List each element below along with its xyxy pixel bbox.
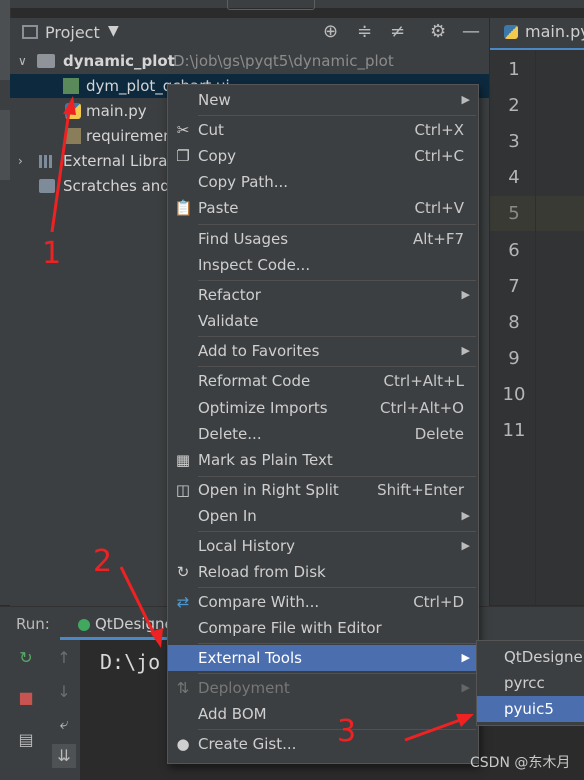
annotation-step-2: 2: [93, 544, 113, 579]
arrow-3: [404, 717, 464, 742]
arrow-3-head: [456, 714, 474, 727]
arrow-1: [50, 103, 72, 233]
arrow-1-head: [63, 96, 76, 115]
arrow-2: [119, 566, 158, 639]
annotation-arrows: [50, 96, 474, 742]
annotation-step-1: 1: [42, 236, 62, 271]
annotation-step-3: 3: [337, 714, 357, 749]
watermark: CSDN @东木月: [470, 755, 571, 771]
